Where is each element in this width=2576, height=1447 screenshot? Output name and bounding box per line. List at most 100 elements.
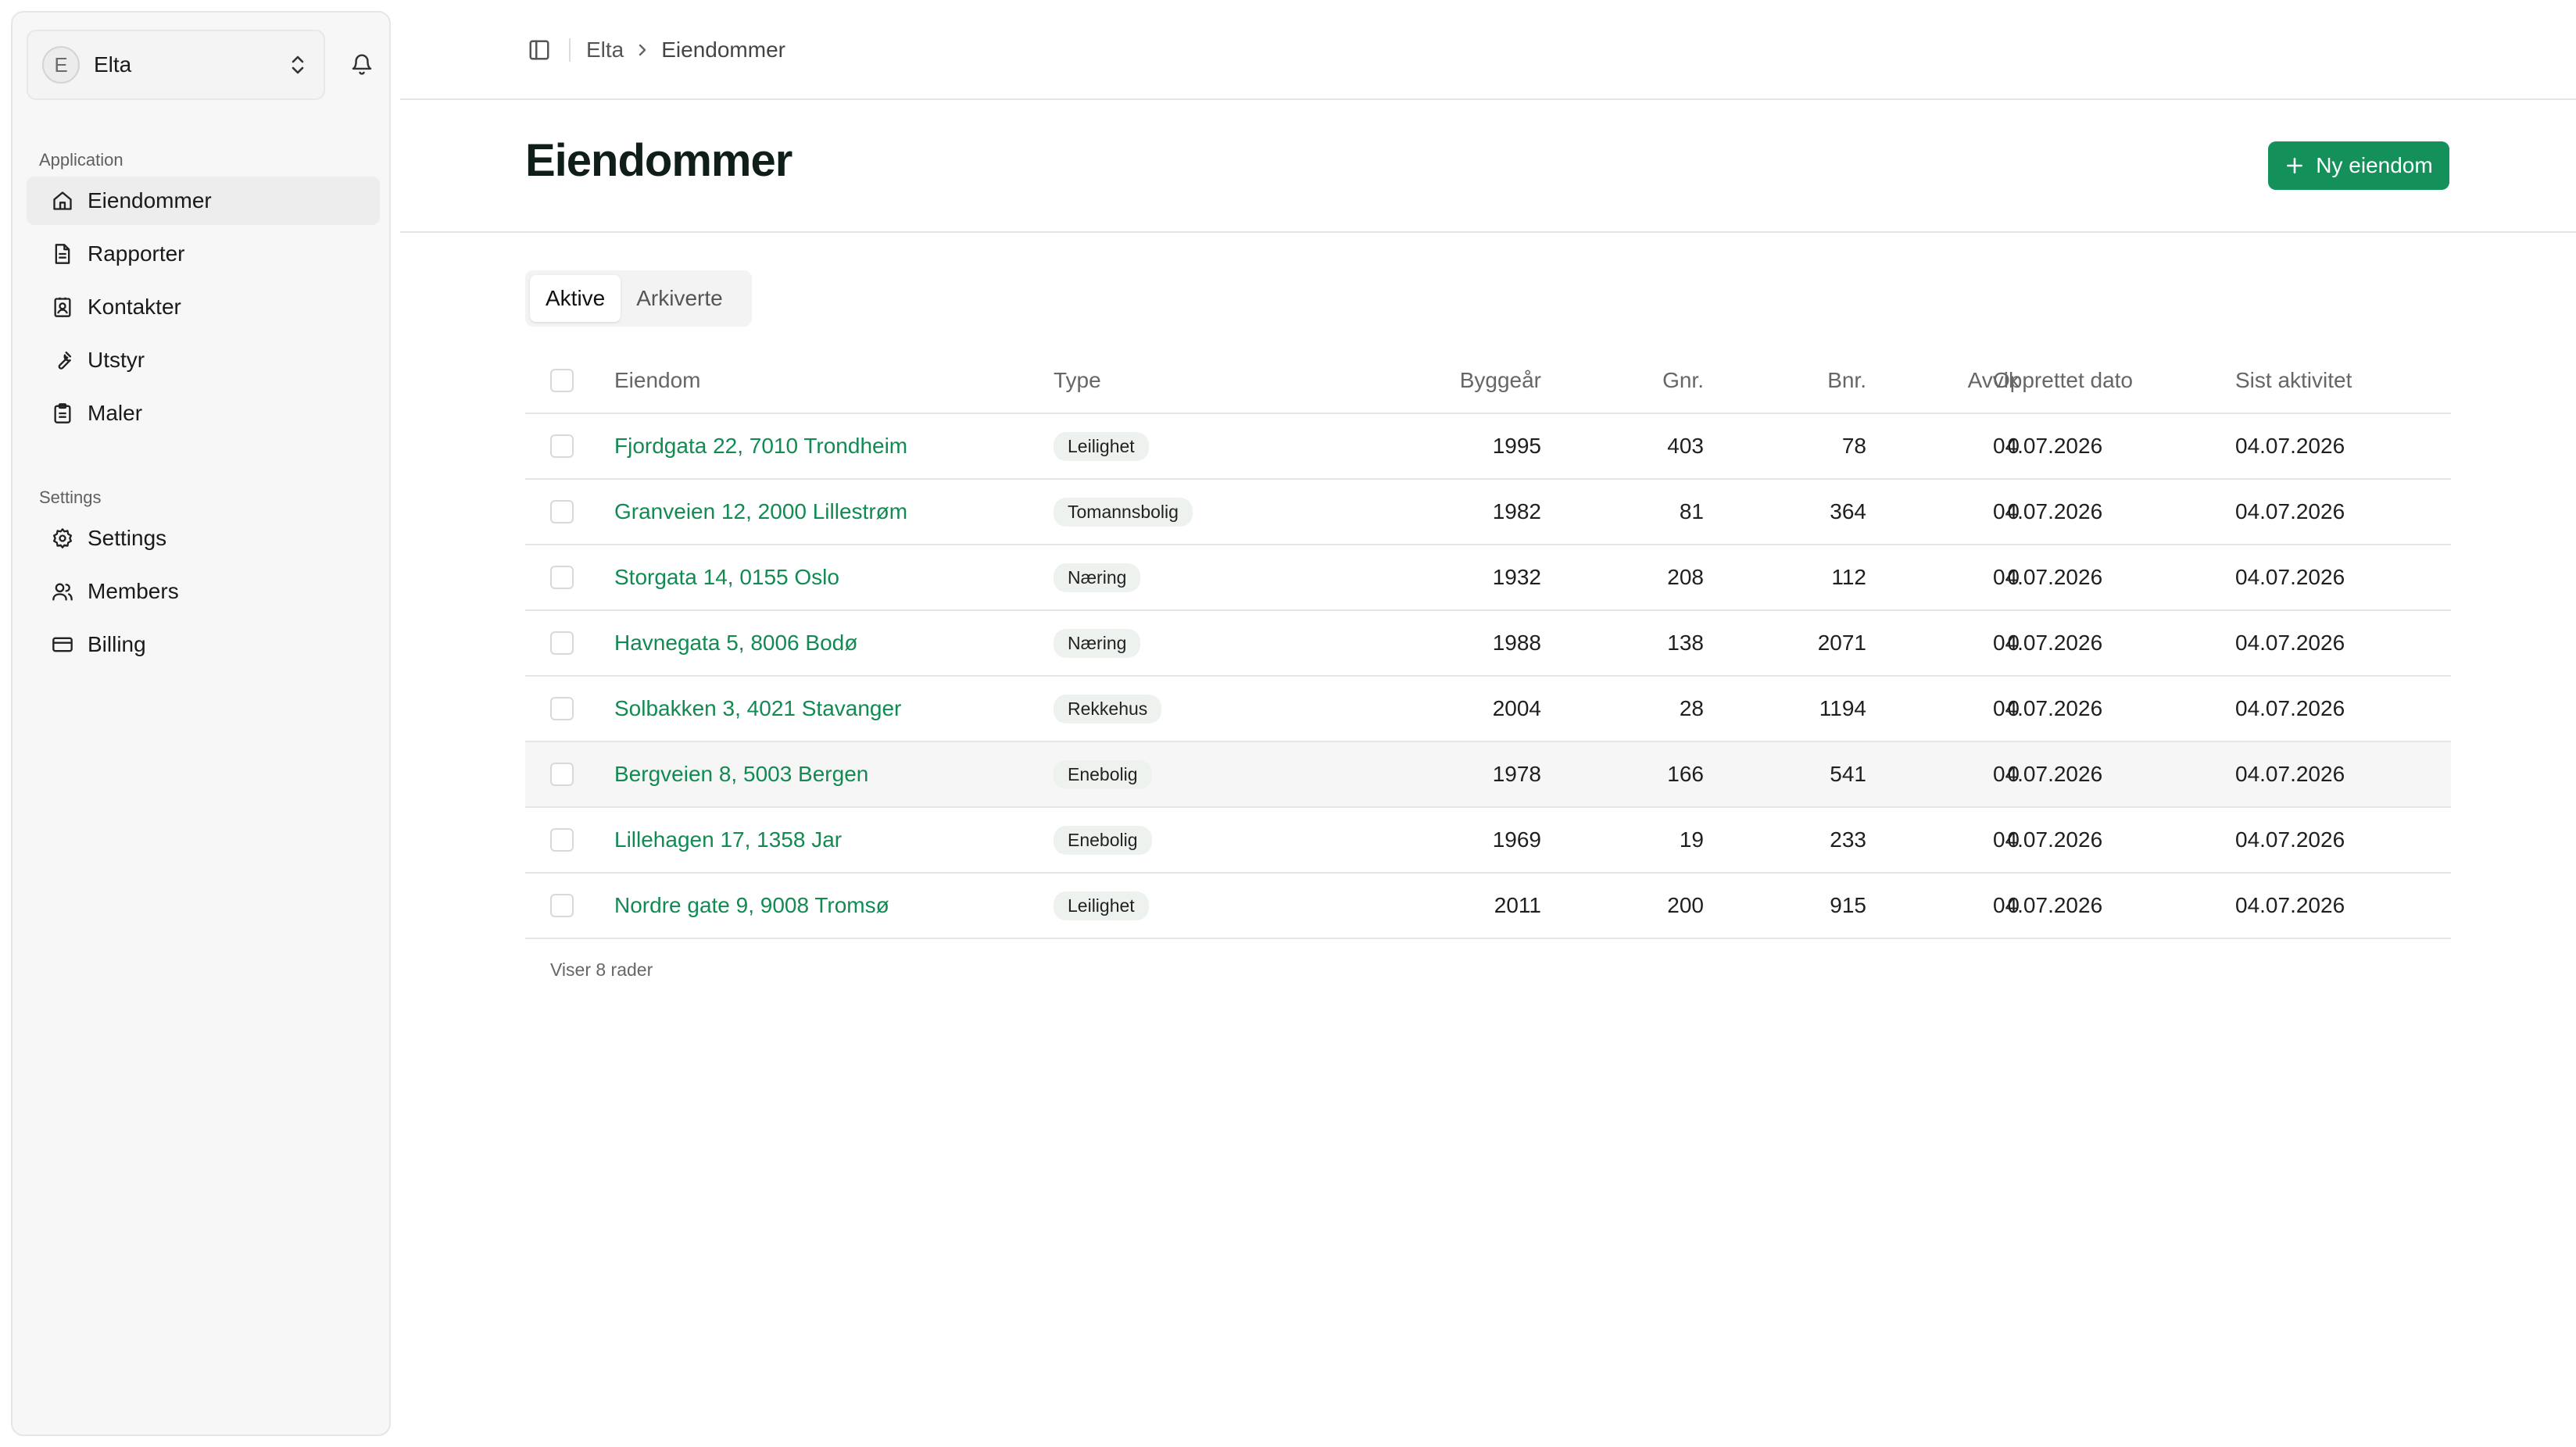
select-all-checkbox[interactable] (550, 369, 574, 392)
sidebar-item-billing[interactable]: Billing (27, 620, 380, 669)
column-header-eiendom[interactable]: Eiendom (614, 348, 1021, 413)
byggear-cell: 1932 (1492, 565, 1541, 589)
property-name-link[interactable]: Bergveien 8, 5003 Bergen (614, 762, 868, 787)
tab-aktive[interactable]: Aktive (530, 275, 621, 322)
row-checkbox[interactable] (550, 566, 574, 589)
bnr-cell: 915 (1830, 893, 1866, 917)
sidebar-item-rapporter[interactable]: Rapporter (27, 230, 380, 278)
new-property-button[interactable]: Ny eiendom (2268, 141, 2449, 190)
sist-aktivitet-cell: 04.07.2026 (2235, 631, 2345, 655)
org-name: Elta (94, 52, 132, 77)
bnr-cell: 541 (1830, 762, 1866, 786)
type-badge: Enebolig (1054, 759, 1152, 789)
byggear-cell: 1969 (1385, 808, 1541, 872)
sist-aktivitet-cell: 04.07.2026 (2235, 808, 2454, 872)
gnr-cell: 28 (1572, 677, 1704, 741)
bnr-cell: 541 (1735, 742, 1866, 806)
column-header-byggear[interactable]: Byggeår (1385, 348, 1541, 413)
sist-aktivitet-cell: 04.07.2026 (2235, 499, 2345, 523)
column-header-bnr[interactable]: Bnr. (1735, 348, 1866, 413)
bnr-cell: 233 (1735, 808, 1866, 872)
property-name-link[interactable]: Nordre gate 9, 9008 Tromsø (614, 893, 889, 918)
table-row[interactable]: Fjordgata 22, 7010 Trondheim Leilighet 199… (525, 414, 2451, 480)
wrench-icon (50, 348, 75, 373)
sidebar-toggle-icon[interactable] (525, 36, 553, 64)
gnr-cell: 28 (1679, 696, 1704, 720)
org-switcher[interactable]: E Elta (27, 30, 325, 100)
property-name-link[interactable]: Storgata 14, 0155 Oslo (614, 565, 839, 590)
sidebar-item-label: Utstyr (88, 348, 145, 372)
opprettet-cell: 04.07.2026 (1993, 414, 2212, 478)
row-checkbox[interactable] (550, 828, 574, 852)
opprettet-cell: 04.07.2026 (1993, 827, 2103, 852)
new-property-button-label: Ny eiendom (2316, 153, 2433, 177)
bnr-cell: 1194 (1735, 677, 1866, 741)
type-badge: Leilighet (1054, 431, 1149, 461)
row-checkbox[interactable] (550, 894, 574, 917)
home-icon (50, 188, 75, 213)
row-checkbox[interactable] (550, 500, 574, 523)
table-row[interactable]: Bergveien 8, 5003 Bergen Enebolig 1978 166 5… (525, 742, 2451, 808)
property-name-link[interactable]: Havnegata 5, 8006 Bodø (614, 631, 857, 656)
row-checkbox[interactable] (550, 434, 574, 458)
bell-icon[interactable] (344, 47, 380, 83)
column-header-type[interactable]: Type (1054, 348, 1335, 413)
column-header-opprettet[interactable]: Opprettet dato (1993, 348, 2212, 413)
tab-arkiverte[interactable]: Arkiverte (621, 275, 738, 322)
gnr-cell: 19 (1572, 808, 1704, 872)
opprettet-cell: 04.07.2026 (1993, 874, 2212, 938)
type-badge: Tomannsbolig (1054, 497, 1193, 527)
property-name-link[interactable]: Lillehagen 17, 1358 Jar (614, 827, 842, 852)
opprettet-cell: 04.07.2026 (1993, 545, 2212, 609)
table-row[interactable]: Storgata 14, 0155 Oslo Næring 1932 208 112 0 0… (525, 545, 2451, 611)
org-row: E Elta (27, 30, 389, 100)
opprettet-cell: 04.07.2026 (1993, 893, 2103, 917)
byggear-cell: 2004 (1385, 677, 1541, 741)
opprettet-cell: 04.07.2026 (1993, 808, 2212, 872)
bnr-cell: 1194 (1819, 696, 1866, 720)
gnr-cell: 208 (1667, 565, 1704, 589)
sist-aktivitet-cell: 04.07.2026 (2235, 565, 2345, 589)
row-count: Viser 8 rader (550, 959, 653, 980)
property-name-link[interactable]: Granveien 12, 2000 Lillestrøm (614, 499, 907, 524)
sist-aktivitet-cell: 04.07.2026 (2235, 893, 2345, 917)
bnr-cell: 112 (1831, 565, 1866, 589)
sidebar-item-settings[interactable]: Settings (27, 514, 380, 563)
opprettet-cell: 04.07.2026 (1993, 762, 2103, 786)
property-name-link[interactable]: Solbakken 3, 4021 Stavanger (614, 696, 901, 721)
table-row[interactable]: Lillehagen 17, 1358 Jar Enebolig 1969 19 233… (525, 808, 2451, 874)
column-header-gnr[interactable]: Gnr. (1572, 348, 1704, 413)
byggear-cell: 1995 (1385, 414, 1541, 478)
bnr-cell: 233 (1830, 827, 1866, 852)
opprettet-cell: 04.07.2026 (1993, 565, 2103, 589)
sist-aktivitet-cell: 04.07.2026 (2235, 762, 2345, 786)
sidebar-item-kontakter[interactable]: Kontakter (27, 283, 380, 331)
row-checkbox[interactable] (550, 763, 574, 786)
sidebar-item-label: Settings (88, 526, 167, 550)
property-name-link[interactable]: Fjordgata 22, 7010 Trondheim (614, 434, 907, 459)
byggear-cell: 1978 (1385, 742, 1541, 806)
bnr-cell: 364 (1735, 480, 1866, 544)
table-row[interactable]: Granveien 12, 2000 Lillestrøm Tomannsboli… (525, 480, 2451, 545)
sidebar-item-eiendommer[interactable]: Eiendommer (27, 177, 380, 225)
gnr-cell: 166 (1572, 742, 1704, 806)
byggear-cell: 1969 (1492, 827, 1541, 852)
table-row[interactable]: Solbakken 3, 4021 Stavanger Rekkehus 2004 2… (525, 677, 2451, 742)
sist-aktivitet-cell: 04.07.2026 (2235, 545, 2454, 609)
type-cell: Næring (1054, 545, 1335, 609)
credit-card-icon (50, 632, 75, 657)
row-select-cell (549, 480, 575, 544)
sidebar-item-utstyr[interactable]: Utstyr (27, 336, 380, 384)
column-header-sist-aktivitet[interactable]: Sist aktivitet (2235, 348, 2454, 413)
table-row[interactable]: Nordre gate 9, 9008 Tromsø Leilighet 2011 2… (525, 874, 2451, 939)
row-checkbox[interactable] (550, 697, 574, 720)
contact-icon (50, 295, 75, 320)
bnr-cell: 364 (1830, 499, 1866, 523)
sidebar-item-maler[interactable]: Maler (27, 389, 380, 438)
opprettet-cell: 04.07.2026 (1993, 631, 2103, 655)
sidebar-item-members[interactable]: Members (27, 567, 380, 616)
table-row[interactable]: Havnegata 5, 8006 Bodø Næring 1988 138 2071 0… (525, 611, 2451, 677)
row-checkbox[interactable] (550, 631, 574, 655)
property-name-cell: Bergveien 8, 5003 Bergen (614, 742, 1021, 806)
breadcrumb-link-org[interactable]: Elta (586, 38, 624, 63)
